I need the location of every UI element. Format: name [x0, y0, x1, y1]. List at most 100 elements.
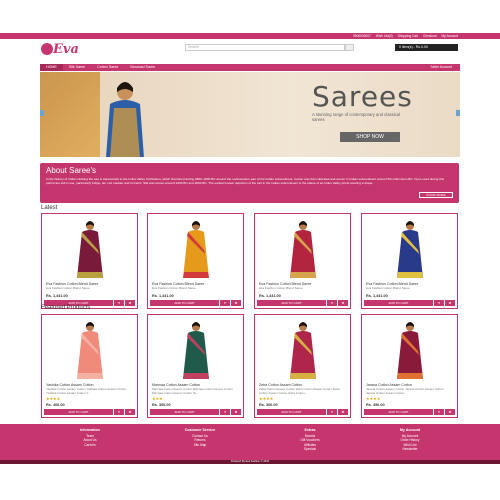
know-more-button[interactable]: KNOW MORE: [419, 192, 453, 198]
compare-icon[interactable]: ⇄: [338, 409, 348, 416]
footer-heading: Customer Service: [184, 428, 216, 432]
footer-column: My Account My Account Order History Wish Li…: [370, 428, 450, 451]
hero-subtitle: A stunning range of contemporary and cla…: [312, 112, 400, 122]
add-to-cart-button[interactable]: ADD TO CART: [150, 299, 219, 306]
nav-home[interactable]: HOME: [40, 64, 63, 71]
wishlist-icon[interactable]: ♥: [114, 409, 124, 416]
product-image[interactable]: [393, 321, 427, 379]
add-to-cart-button[interactable]: ADD TO CART: [364, 409, 433, 416]
product-image-frame[interactable]: [257, 216, 348, 280]
compare-icon[interactable]: ⇄: [338, 299, 348, 306]
wishlist-icon[interactable]: ♥: [220, 299, 230, 306]
product-image[interactable]: [73, 220, 107, 278]
add-to-cart-button[interactable]: ADD TO CART: [257, 409, 326, 416]
footer-link[interactable]: Site Map: [160, 443, 240, 447]
compare-icon[interactable]: ⇄: [445, 299, 455, 306]
wishlist-icon[interactable]: ♥: [327, 409, 337, 416]
nav-banarasi-saree[interactable]: Banarasi Saree: [124, 64, 161, 71]
logo-word: Eva: [53, 42, 79, 57]
logo-mark: [41, 43, 53, 55]
product-card[interactable]: Eva Fashion Cotton Blend Saree Eva Fashio…: [254, 213, 351, 309]
product-image[interactable]: [286, 321, 320, 379]
featured-heading: Featured Products: [41, 305, 91, 311]
wishlist-icon[interactable]: ♥: [434, 299, 444, 306]
product-price: Rs. 450.00: [366, 403, 385, 408]
shop-now-button[interactable]: SHOP NOW: [340, 132, 400, 142]
search-input[interactable]: Search: [185, 44, 345, 51]
compare-icon[interactable]: ⇄: [231, 409, 241, 416]
product-image-frame[interactable]: [364, 216, 455, 280]
hero-title: Sarees: [312, 80, 413, 113]
product-price: Rs. 1,441.00: [366, 293, 388, 298]
product-price: Rs. 400.00: [46, 403, 65, 408]
product-image[interactable]: [179, 220, 213, 278]
top-link[interactable]: Wish List(0): [376, 33, 393, 39]
model-image: [106, 82, 144, 157]
hero-banner: Sarees A stunning range of contemporary …: [40, 72, 460, 157]
footer-heading: My Account: [399, 428, 421, 432]
footer-link[interactable]: Careers: [50, 443, 130, 447]
product-image-frame[interactable]: [364, 317, 455, 381]
product-card[interactable]: Eva Fashion Cotton Blend Saree Eva Fashio…: [41, 213, 138, 309]
product-image-frame[interactable]: [257, 317, 348, 381]
product-desc: Zeba Cotton Assam Cotton Zeba Cotton Ass…: [259, 387, 340, 395]
product-image[interactable]: [286, 220, 320, 278]
footer-heading: Information: [80, 428, 100, 432]
product-price: Rs. 1,441.00: [46, 293, 68, 298]
product-card[interactable]: Jarana Cotton Assam Cotton Jarana Cotton …: [361, 314, 458, 419]
next-slide-icon[interactable]: [456, 110, 460, 116]
product-card[interactable]: Zeba Cotton Assam Cotton Zeba Cotton Assa…: [254, 314, 351, 419]
about-body: In the history of Indian clothing the sa…: [46, 177, 445, 186]
saree-drape-image: [40, 72, 100, 157]
product-price: Rs. 300.00: [259, 403, 278, 408]
wishlist-icon[interactable]: ♥: [434, 409, 444, 416]
wishlist-icon[interactable]: ♥: [327, 299, 337, 306]
prev-slide-icon[interactable]: [40, 110, 44, 116]
add-to-cart-button[interactable]: ADD TO CART: [257, 299, 326, 306]
product-desc: Jarana Cotton Assam Cotton Jarana Cotton…: [366, 387, 444, 395]
seller-account-link[interactable]: Seller Account: [430, 64, 452, 71]
product-image[interactable]: [73, 321, 107, 379]
footer-link[interactable]: Specials: [270, 447, 350, 451]
about-title: About Saree's: [46, 166, 97, 175]
footer-link[interactable]: Newsletter: [370, 447, 450, 451]
product-image-frame[interactable]: [150, 216, 241, 280]
latest-heading: Latest: [41, 205, 58, 211]
product-image-frame[interactable]: [44, 317, 135, 381]
product-card[interactable]: Eva Fashion Cotton Blend Saree Eva Fashio…: [147, 213, 244, 309]
product-image-frame[interactable]: [44, 216, 135, 280]
add-to-cart-button[interactable]: ADD TO CART: [150, 409, 219, 416]
product-card[interactable]: Eva Fashion Cotton Blend Saree Eva Fashio…: [361, 213, 458, 309]
product-image[interactable]: [179, 321, 213, 379]
compare-icon[interactable]: ⇄: [445, 409, 455, 416]
add-to-cart-button[interactable]: ADD TO CART: [44, 409, 113, 416]
top-link[interactable]: 9900000007: [353, 33, 371, 39]
nav-silk-saree[interactable]: Silk Saree: [63, 64, 91, 71]
about-section: About Saree's In the history of Indian c…: [40, 163, 459, 203]
compare-icon[interactable]: ⇄: [125, 409, 135, 416]
search-icon[interactable]: [345, 44, 354, 51]
main-nav: HOME Silk Saree Cotton Saree Banarasi Sa…: [40, 64, 460, 71]
wishlist-icon[interactable]: ♥: [220, 409, 230, 416]
logo[interactable]: Eva: [41, 41, 79, 61]
top-link[interactable]: Shopping Cart: [398, 33, 418, 39]
product-desc: Mannaa Cotton Assam Cotton Mannaa Cotton…: [152, 387, 233, 395]
wishlist-icon[interactable]: ♥: [114, 299, 124, 306]
product-desc: Yashika Cotton Assam Cotton Yashika Cott…: [46, 387, 127, 395]
add-to-cart-button[interactable]: ADD TO CART: [364, 299, 433, 306]
footer-column: Information Team About Us Careers: [50, 428, 130, 447]
cart-button[interactable]: 0 item(s) - Rs.0.00: [395, 44, 458, 51]
product-card[interactable]: Mannaa Cotton Assam Cotton Mannaa Cotton …: [147, 314, 244, 419]
product-image[interactable]: [393, 220, 427, 278]
product-card[interactable]: Yashika Cotton Assam Cotton Yashika Cotto…: [41, 314, 138, 419]
nav-cotton-saree[interactable]: Cotton Saree: [91, 64, 124, 71]
top-link[interactable]: Checkout: [423, 33, 436, 39]
footer-column: Customer Service Contact Us Returns Site Ma…: [160, 428, 240, 447]
product-image-frame[interactable]: [150, 317, 241, 381]
product-price: Rs. 1,441.00: [259, 293, 281, 298]
product-price: Rs. 1,441.00: [152, 293, 174, 298]
product-price: Rs. 300.00: [152, 403, 171, 408]
compare-icon[interactable]: ⇄: [231, 299, 241, 306]
compare-icon[interactable]: ⇄: [125, 299, 135, 306]
top-link[interactable]: My Account: [442, 33, 458, 39]
